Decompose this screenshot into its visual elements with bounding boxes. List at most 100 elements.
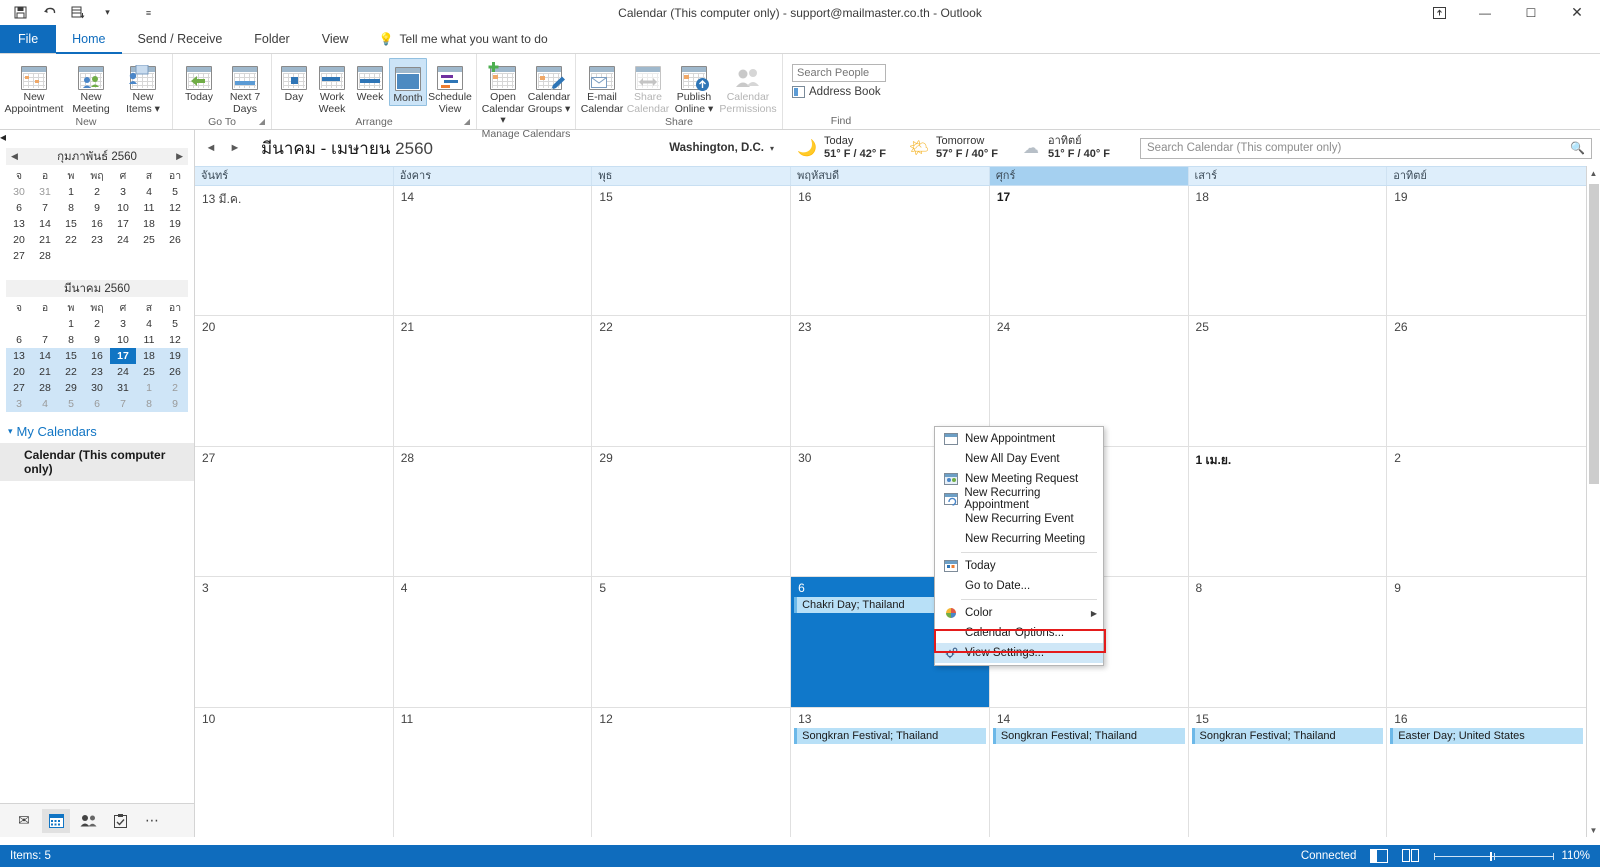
calendar-day-cell[interactable]: 14 Songkran Festival; Thailand bbox=[990, 707, 1189, 838]
calendar-day-cell[interactable]: 28 bbox=[394, 446, 593, 577]
dp-day[interactable]: 28 bbox=[32, 380, 58, 396]
calendar-icon[interactable] bbox=[42, 808, 70, 833]
day-view-button[interactable]: Day bbox=[275, 58, 313, 104]
calendar-day-cell[interactable]: 11 bbox=[394, 707, 593, 838]
calendar-day-cell[interactable]: 2 bbox=[1387, 447, 1586, 576]
people-icon[interactable] bbox=[74, 809, 102, 833]
tab-send-receive[interactable]: Send / Receive bbox=[122, 25, 239, 53]
close-icon[interactable]: ✕ bbox=[1554, 0, 1600, 25]
today-button[interactable]: Today bbox=[176, 58, 222, 104]
dp-day[interactable]: 21 bbox=[32, 364, 58, 380]
calendar-event[interactable]: Songkran Festival; Thailand bbox=[992, 727, 1185, 744]
dp-day[interactable]: 16 bbox=[84, 348, 110, 364]
calendar-day-cell[interactable]: 21 bbox=[394, 316, 593, 446]
dp-day[interactable]: 22 bbox=[58, 232, 84, 248]
tab-view[interactable]: View bbox=[306, 25, 365, 53]
tab-file[interactable]: File bbox=[0, 25, 57, 53]
tab-home[interactable]: Home bbox=[56, 25, 122, 54]
calendar-event[interactable]: Easter Day; United States bbox=[1390, 727, 1583, 744]
dp-day[interactable]: 19 bbox=[162, 348, 188, 364]
week-view-button[interactable]: Week bbox=[351, 58, 389, 104]
dp-day[interactable]: 24 bbox=[110, 232, 136, 248]
dp-day[interactable]: 20 bbox=[6, 232, 32, 248]
dp-day[interactable]: 8 bbox=[136, 396, 162, 412]
restore-icon[interactable]: ☐ bbox=[1508, 0, 1554, 25]
dp-day[interactable]: 6 bbox=[84, 396, 110, 412]
calendar-scrollbar[interactable]: ▲ ▼ bbox=[1586, 166, 1600, 837]
dp-day[interactable]: 4 bbox=[32, 396, 58, 412]
month-view-button[interactable]: Month bbox=[389, 58, 427, 106]
calendar-day-cell[interactable]: 10 bbox=[195, 707, 394, 838]
dp-day[interactable]: 9 bbox=[84, 332, 110, 348]
calendar-day-cell[interactable]: 15 Songkran Festival; Thailand bbox=[1189, 707, 1388, 838]
search-calendar-box[interactable]: Search Calendar (This computer only) 🔍 bbox=[1140, 137, 1592, 159]
dp-day-today[interactable]: 17 bbox=[110, 348, 136, 364]
dp-day[interactable]: 3 bbox=[6, 396, 32, 412]
tab-folder[interactable]: Folder bbox=[238, 25, 305, 53]
calendar-day-cell[interactable]: 27 bbox=[195, 446, 394, 577]
dp-day[interactable]: 15 bbox=[58, 216, 84, 232]
zoom-track[interactable] bbox=[1434, 851, 1555, 861]
calendar-day-cell[interactable]: 12 bbox=[592, 707, 792, 838]
scroll-down-icon[interactable]: ▼ bbox=[1587, 823, 1600, 837]
minimize-icon[interactable]: — bbox=[1462, 0, 1508, 25]
dp-day[interactable]: 1 bbox=[58, 184, 84, 200]
collapse-pane-icon[interactable]: ◂ bbox=[0, 130, 194, 144]
tell-me-box[interactable]: 💡 Tell me what you want to do bbox=[365, 25, 548, 53]
dp-day[interactable]: 13 bbox=[6, 216, 32, 232]
search-icon[interactable]: 🔍 bbox=[1570, 141, 1585, 155]
new-meeting-button[interactable]: New Meeting bbox=[65, 58, 117, 115]
calendar-day-cell[interactable]: 8 bbox=[1189, 577, 1388, 707]
tasks-icon[interactable] bbox=[106, 809, 134, 833]
context-menu-item-new-recurring-event[interactable]: New Recurring Event bbox=[935, 509, 1103, 529]
zoom-thumb[interactable] bbox=[1490, 851, 1493, 861]
context-menu-item-new-recurring-appointment[interactable]: New Recurring Appointment bbox=[935, 487, 1103, 511]
arrange-dialog-launcher-icon[interactable]: ◢ bbox=[464, 114, 470, 129]
calendar-day-cell[interactable]: 15 bbox=[592, 186, 792, 316]
dp-day[interactable]: 13 bbox=[6, 348, 32, 364]
context-menu-item-color[interactable]: Color ▶ bbox=[935, 603, 1103, 623]
save-icon[interactable] bbox=[12, 4, 29, 21]
dp-day[interactable]: 22 bbox=[58, 364, 84, 380]
dp-day[interactable]: 27 bbox=[6, 380, 32, 396]
dp-day[interactable]: 4 bbox=[136, 316, 162, 332]
dp-day[interactable]: 28 bbox=[32, 248, 58, 264]
dp-day[interactable]: 5 bbox=[162, 316, 188, 332]
dp-day[interactable]: 14 bbox=[32, 348, 58, 364]
dp-day[interactable]: 18 bbox=[136, 348, 162, 364]
dp-day[interactable]: 2 bbox=[162, 380, 188, 396]
dp-day[interactable]: 18 bbox=[136, 216, 162, 232]
reading-view-icon[interactable] bbox=[1402, 849, 1420, 863]
dp-day[interactable]: 17 bbox=[110, 216, 136, 232]
calendar-day-cell[interactable]: 16 bbox=[791, 186, 990, 316]
dp-day[interactable]: 6 bbox=[6, 332, 32, 348]
new-items-button[interactable]: New Items ▾ bbox=[117, 58, 169, 115]
new-appointment-button[interactable]: New Appointment bbox=[3, 58, 65, 115]
dp-day[interactable]: 30 bbox=[6, 184, 32, 200]
dp-day[interactable]: 8 bbox=[58, 200, 84, 216]
dp-day[interactable]: 9 bbox=[84, 200, 110, 216]
dp-day[interactable]: 14 bbox=[32, 216, 58, 232]
dp-day[interactable]: 7 bbox=[110, 396, 136, 412]
dp-day[interactable]: 26 bbox=[162, 364, 188, 380]
dp-day[interactable]: 1 bbox=[136, 380, 162, 396]
calendar-day-cell[interactable]: 19 bbox=[1387, 186, 1586, 315]
dp-day[interactable]: 16 bbox=[84, 216, 110, 232]
zoom-slider[interactable]: 110% bbox=[1434, 850, 1590, 862]
calendar-day-cell[interactable]: 4 bbox=[394, 577, 593, 707]
undo-icon[interactable] bbox=[41, 4, 58, 21]
dp-day[interactable]: 4 bbox=[136, 184, 162, 200]
prev-month-icon[interactable]: ◀ bbox=[11, 151, 18, 162]
date-navigator-grid-2[interactable]: จ อ พ พฤ ศ ส อา 12345 6 7 8 9 10 11 12 13 14 15 1… bbox=[6, 299, 188, 412]
dp-day[interactable]: 25 bbox=[136, 364, 162, 380]
calendar-day-cell-today[interactable]: 17 bbox=[990, 186, 1189, 316]
calendar-list-item[interactable]: Calendar (This computer only) bbox=[0, 443, 194, 481]
work-week-button[interactable]: Work Week bbox=[313, 58, 351, 115]
dp-day[interactable]: 30 bbox=[84, 380, 110, 396]
context-menu-item-new-recurring-meeting[interactable]: New Recurring Meeting bbox=[935, 529, 1103, 549]
calendar-day-cell[interactable]: 22 bbox=[592, 316, 792, 446]
address-book-button[interactable]: Address Book bbox=[792, 86, 886, 98]
send-receive-icon[interactable] bbox=[70, 4, 87, 21]
dp-day[interactable]: 24 bbox=[110, 364, 136, 380]
my-calendars-header[interactable]: ▾ My Calendars bbox=[0, 420, 194, 443]
